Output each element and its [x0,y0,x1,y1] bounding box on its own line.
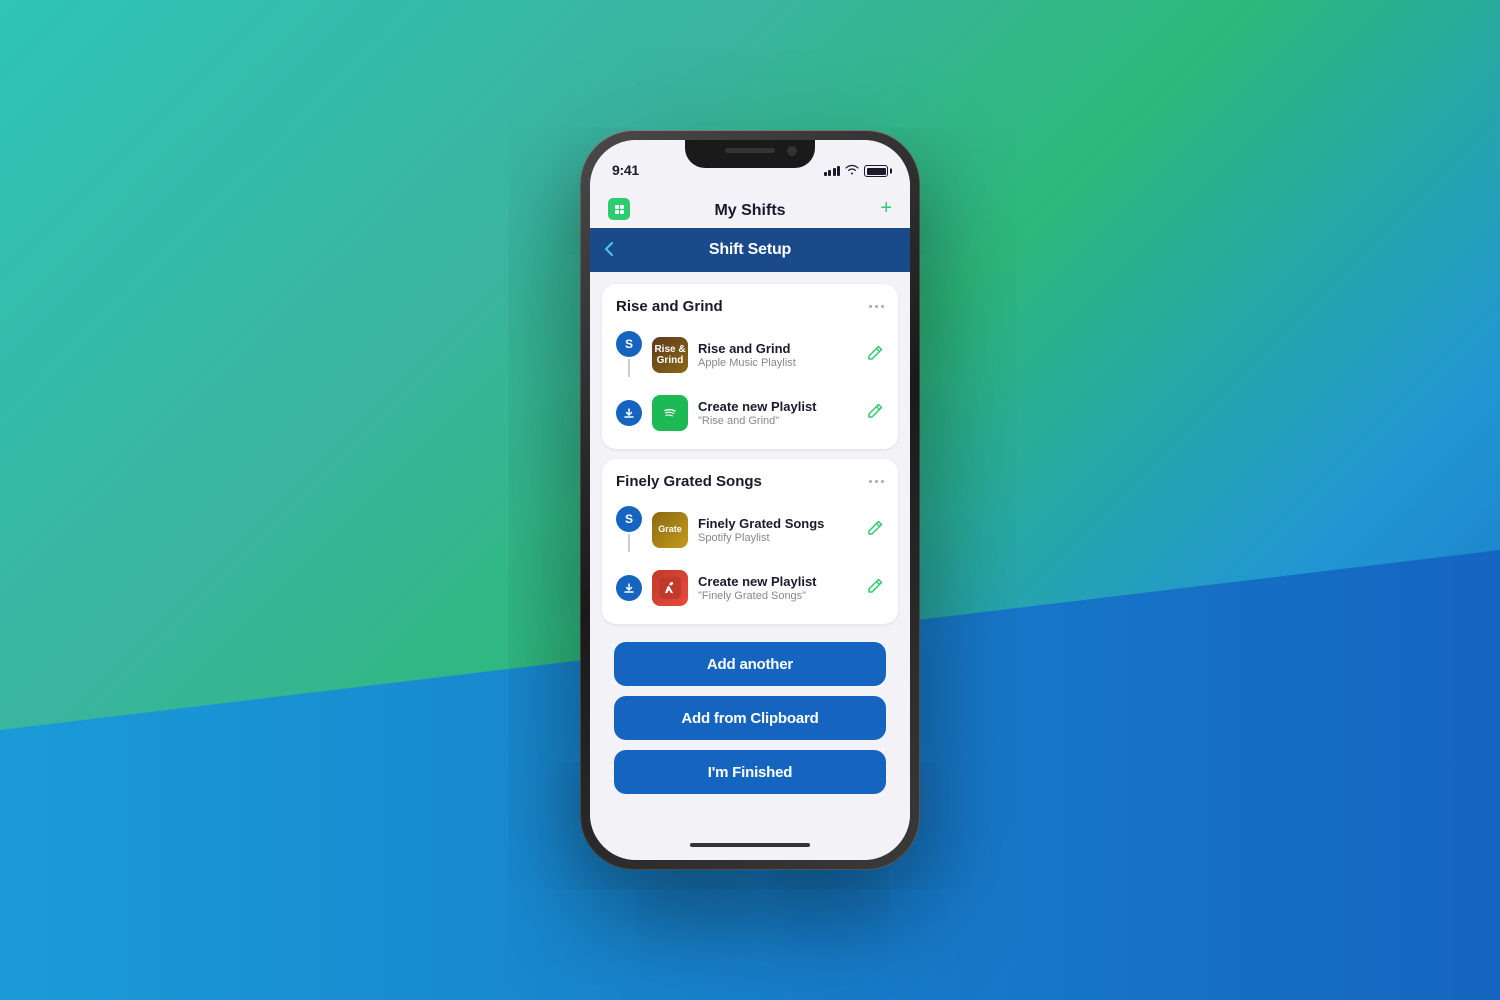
notch-speaker [725,148,775,153]
item-info-finely-dest: Create new Playlist "Finely Grated Songs… [698,574,856,602]
status-time: 9:41 [612,162,639,178]
card-rise-and-grind-header: Rise and Grind [616,298,884,315]
card-rise-and-grind-title: Rise and Grind [616,298,723,315]
more-dot-fg-3 [881,480,885,484]
wifi-icon [845,164,859,178]
card-finely-grated: Finely Grated Songs S [602,459,898,624]
notch [685,140,815,168]
more-dot-1 [869,305,873,309]
card-finely-grated-header: Finely Grated Songs [616,473,884,490]
apple-music-icon-finely-dest [652,570,688,606]
item-title-finely-source: Finely Grated Songs [698,516,856,531]
status-icons [824,164,889,178]
shift-item-finely-dest: Create new Playlist "Finely Grated Songs… [616,566,884,610]
step-circle-down-1 [616,400,642,426]
item-subtitle-rise-dest: "Rise and Grind" [698,415,856,427]
card-finely-grated-title: Finely Grated Songs [616,473,762,490]
spotify-icon-rise-dest [652,395,688,431]
finely-grated-more-button[interactable] [869,480,885,484]
add-another-button[interactable]: Add another [614,642,886,686]
nav-back-button[interactable] [604,241,614,260]
card-rise-and-grind: Rise and Grind S [602,284,898,449]
nav-left-icon-box [608,198,630,220]
rise-and-grind-more-button[interactable] [869,305,885,309]
step-indicator-source-2: S [616,506,642,554]
add-from-clipboard-button[interactable]: Add from Clipboard [614,696,886,740]
shift-item-rise-dest: Create new Playlist "Rise and Grind" [616,391,884,435]
item-subtitle-rise-source: Apple Music Playlist [698,357,856,369]
phone-shell: 9:41 [580,130,920,870]
item-subtitle-finely-dest: "Finely Grated Songs" [698,590,856,602]
nav-bar: Shift Setup [590,228,910,272]
phone-screen: 9:41 [590,140,910,860]
edit-icon-finely-source[interactable] [866,519,884,542]
edit-icon-rise-source[interactable] [866,344,884,367]
rise-grind-app-thumbnail: Rise & Grind [652,337,688,373]
main-content-scroll[interactable]: Rise and Grind S [590,272,910,830]
item-title-rise-dest: Create new Playlist [698,399,856,414]
nav-title: Shift Setup [709,241,791,259]
phone-mockup: 9:41 [580,130,920,870]
step-circle-s-1: S [616,331,642,357]
screen-content: My Shifts + Shift Setup [590,140,910,860]
more-dot-fg-1 [869,480,873,484]
shift-item-rise-source: S Rise & Grind Rise and Grind Apple Musi… [616,327,884,383]
finely-grated-source-icon: Grate [652,512,688,548]
battery-fill [867,168,886,175]
finely-grated-thumbnail: Grate [652,512,688,548]
behind-nav-title: My Shifts [714,202,785,220]
more-dot-3 [881,305,885,309]
edit-icon-finely-dest[interactable] [866,577,884,600]
item-info-finely-source: Finely Grated Songs Spotify Playlist [698,516,856,544]
step-line-1 [628,359,630,377]
notch-camera [787,146,797,156]
im-finished-button[interactable]: I'm Finished [614,750,886,794]
more-dot-fg-2 [875,480,879,484]
shift-item-finely-source: S Grate Finely Grated Songs Spotify Play… [616,502,884,558]
nav-left-icon-area [608,198,630,220]
step-indicator-source-1: S [616,331,642,379]
item-info-rise-source: Rise and Grind Apple Music Playlist [698,341,856,369]
step-circle-s-2: S [616,506,642,532]
battery-icon [864,165,888,177]
item-title-finely-dest: Create new Playlist [698,574,856,589]
item-subtitle-finely-source: Spotify Playlist [698,532,856,544]
signal-bar-2 [828,170,831,176]
item-title-rise-source: Rise and Grind [698,341,856,356]
edit-icon-rise-dest[interactable] [866,402,884,425]
item-info-rise-dest: Create new Playlist "Rise and Grind" [698,399,856,427]
step-indicator-dest-2 [616,575,642,601]
signal-bar-1 [824,172,827,176]
home-indicator-bar [690,843,810,847]
apple-music-icon-rise: Rise & Grind [652,337,688,373]
step-indicator-dest-1 [616,400,642,426]
signal-bar-4 [837,166,840,176]
action-buttons-area: Add another Add from Clipboard I'm Finis… [602,634,898,806]
signal-bar-3 [833,168,836,176]
add-shift-button[interactable]: + [880,197,892,220]
step-circle-down-2 [616,575,642,601]
home-indicator-area [590,830,910,860]
signal-bars-icon [824,166,841,176]
more-dot-2 [875,305,879,309]
step-line-2 [628,534,630,552]
